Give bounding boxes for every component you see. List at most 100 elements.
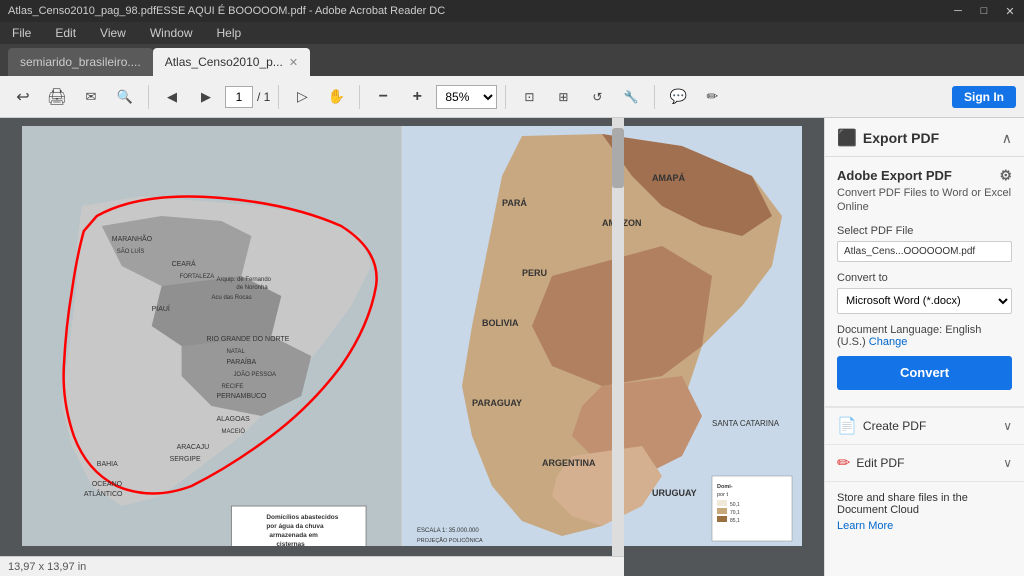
svg-text:PERU: PERU <box>522 268 547 278</box>
svg-text:PARAGUAY: PARAGUAY <box>472 398 522 408</box>
svg-text:cisternas: cisternas <box>276 541 305 546</box>
svg-text:PERNAMBUCO: PERNAMBUCO <box>216 393 267 400</box>
next-page-btn[interactable]: ▶ <box>191 82 221 112</box>
doc-language-row: Document Language: English (U.S.) Change <box>837 324 1012 348</box>
svg-text:Arquip. de Fernando: Arquip. de Fernando <box>216 277 271 283</box>
cloud-text: Store and share files in the Document Cl… <box>837 492 1012 516</box>
close-btn[interactable]: ✕ <box>1004 5 1016 17</box>
titlebar: Atlas_Censo2010_pag_98.pdfESSE AQUI É BO… <box>0 0 1024 22</box>
adobe-export-title: Adobe Export PDF <box>837 168 952 183</box>
signin-btn[interactable]: Sign In <box>952 86 1016 108</box>
pdf-view[interactable]: Região Nordeste: Abastecimento de água p… <box>0 118 824 576</box>
export-pdf-icon: ⬛ <box>837 128 857 148</box>
svg-text:SÃO LUÍS: SÃO LUÍS <box>117 248 145 255</box>
svg-text:por t: por t <box>717 492 728 498</box>
svg-text:MARANHÃO: MARANHÃO <box>112 234 153 243</box>
create-pdf-left: 📄 Create PDF <box>837 416 926 436</box>
fit-width-btn[interactable]: ⊞ <box>548 82 578 112</box>
pen-btn[interactable]: ✏ <box>697 82 727 112</box>
tabbar: semiarido_brasileiro.... Atlas_Censo2010… <box>0 44 1024 76</box>
svg-text:PARAÍBA: PARAÍBA <box>226 357 256 366</box>
map-left: Região Nordeste: Abastecimento de água p… <box>22 126 402 546</box>
adobe-export-title-row: Adobe Export PDF ⚙ <box>837 167 1012 184</box>
edit-pdf-icon: ✏ <box>837 453 850 473</box>
menu-help[interactable]: Help <box>213 24 246 42</box>
fit-page-btn[interactable]: ⊡ <box>514 82 544 112</box>
menu-view[interactable]: View <box>96 24 130 42</box>
svg-text:ARGENTINA: ARGENTINA <box>542 458 596 468</box>
menu-edit[interactable]: Edit <box>51 24 80 42</box>
scrollbar-thumb[interactable] <box>612 128 624 188</box>
adobe-settings-icon[interactable]: ⚙ <box>999 167 1012 184</box>
menu-file[interactable]: File <box>8 24 35 42</box>
tab-atlas-close[interactable]: ✕ <box>289 56 298 69</box>
learn-more-link[interactable]: Learn More <box>837 520 893 532</box>
zoom-select[interactable]: 85% 100% 125% 150% <box>436 85 497 109</box>
svg-text:de Noronha: de Noronha <box>236 285 268 291</box>
zoom-out-btn[interactable]: − <box>368 82 398 112</box>
svg-text:NATAL: NATAL <box>226 349 245 355</box>
menu-window[interactable]: Window <box>146 24 197 42</box>
page-dimensions: 13,97 x 13,97 in <box>8 561 86 573</box>
window-controls: ─ □ ✕ <box>952 5 1016 17</box>
maximize-btn[interactable]: □ <box>978 5 990 17</box>
svg-text:MACEIÓ: MACEIÓ <box>221 428 245 435</box>
svg-text:70,1: 70,1 <box>730 510 740 516</box>
svg-text:armazenada em: armazenada em <box>269 532 318 539</box>
main-area: Região Nordeste: Abastecimento de água p… <box>0 118 1024 576</box>
edit-pdf-left: ✏ Edit PDF <box>837 453 904 473</box>
change-language-link[interactable]: Change <box>869 336 908 348</box>
back-btn[interactable]: ↩ <box>8 82 38 112</box>
separator-4 <box>505 85 506 109</box>
email-btn[interactable]: ✉ <box>76 82 106 112</box>
convert-to-select[interactable]: Microsoft Word (*.docx) Microsoft Excel … <box>837 288 1012 314</box>
svg-text:BOLIVIA: BOLIVIA <box>482 318 519 328</box>
svg-text:por água da chuva: por água da chuva <box>266 523 324 530</box>
tab-semiarido-label: semiarido_brasileiro.... <box>20 55 141 69</box>
page-nav: / 1 <box>225 86 270 108</box>
minimize-btn[interactable]: ─ <box>952 5 964 17</box>
hand-tool-btn[interactable]: ✋ <box>321 82 351 112</box>
rotate-btn[interactable]: ↺ <box>582 82 612 112</box>
tab-semiarido[interactable]: semiarido_brasileiro.... <box>8 48 153 76</box>
svg-text:PARÁ: PARÁ <box>502 198 527 208</box>
select-tool-btn[interactable]: ▷ <box>287 82 317 112</box>
convert-to-label: Convert to <box>837 272 1012 284</box>
panel-title: Export PDF <box>863 130 939 146</box>
svg-text:SANTA CATARINA: SANTA CATARINA <box>712 419 780 428</box>
select-file-label: Select PDF File <box>837 225 1012 237</box>
page-number-input[interactable] <box>225 86 253 108</box>
right-panel: ⬛ Export PDF ∧ Adobe Export PDF ⚙ Conver… <box>824 118 1024 576</box>
panel-header: ⬛ Export PDF ∧ <box>825 118 1024 157</box>
svg-text:AMAPÁ: AMAPÁ <box>652 173 685 183</box>
separator-5 <box>654 85 655 109</box>
map-right: AMAPÁ PARÁ AMAZON PERU BOLIVIA PARAGUAY … <box>402 126 802 546</box>
cloud-section: Store and share files in the Document Cl… <box>825 481 1024 542</box>
bottombar: 13,97 x 13,97 in <box>0 556 624 576</box>
svg-text:JOÃO PESSOA: JOÃO PESSOA <box>233 371 276 378</box>
vertical-scrollbar[interactable] <box>612 118 624 576</box>
pdf-page: Região Nordeste: Abastecimento de água p… <box>22 126 802 546</box>
tab-atlas[interactable]: Atlas_Censo2010_p... ✕ <box>153 48 310 76</box>
create-pdf-panel[interactable]: 📄 Create PDF ∨ <box>825 407 1024 444</box>
selected-file-display[interactable]: Atlas_Cens...OOOOOOM.pdf <box>837 241 1012 262</box>
print-btn[interactable]: 🖨 <box>42 82 72 112</box>
panel-collapse-btn[interactable]: ∧ <box>1002 130 1012 147</box>
comment-btn[interactable]: 💬 <box>663 82 693 112</box>
tab-atlas-label: Atlas_Censo2010_p... <box>165 55 283 69</box>
toolbar: ↩ 🖨 ✉ 🔍 ◀ ▶ / 1 ▷ ✋ − + 85% 100% 125% 15… <box>0 76 1024 118</box>
create-pdf-expand-icon: ∨ <box>1003 419 1012 433</box>
separator-1 <box>148 85 149 109</box>
prev-page-btn[interactable]: ◀ <box>157 82 187 112</box>
svg-text:ALAGOAS: ALAGOAS <box>216 416 250 423</box>
doc-language-label: Document Language: <box>837 324 942 336</box>
svg-text:50,1: 50,1 <box>730 502 740 508</box>
svg-text:OCEANO: OCEANO <box>92 481 123 488</box>
convert-btn[interactable]: Convert <box>837 356 1012 390</box>
svg-text:ARACAJU: ARACAJU <box>177 444 210 451</box>
search-btn[interactable]: 🔍 <box>110 82 140 112</box>
zoom-in-btn[interactable]: + <box>402 82 432 112</box>
edit-pdf-panel[interactable]: ✏ Edit PDF ∨ <box>825 444 1024 481</box>
svg-text:SERGIPE: SERGIPE <box>170 456 201 463</box>
tools-btn[interactable]: 🔧 <box>616 82 646 112</box>
